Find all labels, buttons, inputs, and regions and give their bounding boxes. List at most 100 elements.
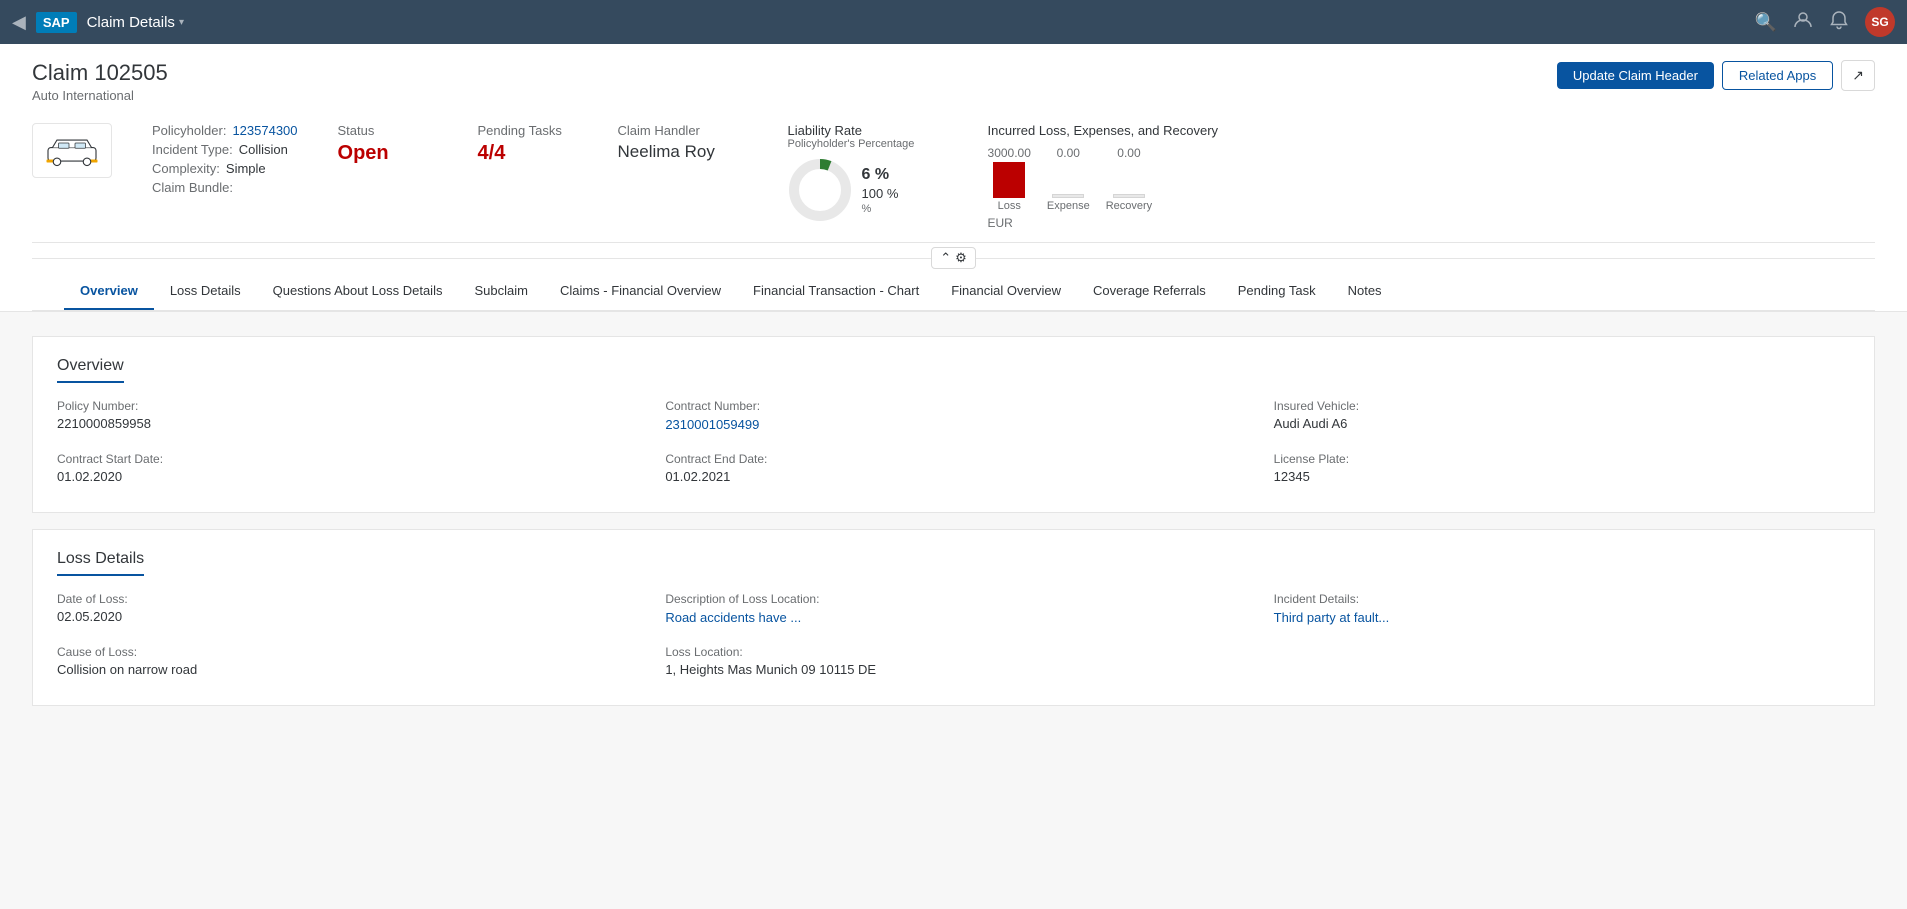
overview-fields-grid: Policy Number: 2210000859958 Contract Numb… [57,399,1850,484]
field-value[interactable]: Road accidents have ... [665,610,801,625]
title-chevron-icon: ▾ [179,17,184,28]
claim-title: Claim 102505 [32,60,168,86]
field-value[interactable]: 2310001059499 [665,417,759,432]
status-block: Status Open [338,123,438,165]
status-value: Open [338,142,438,165]
sap-logo[interactable]: SAP [36,12,77,33]
incident-value: Collision [239,142,288,157]
field-value: 02.05.2020 [57,609,633,624]
policyholder-value[interactable]: 123574300 [232,123,297,138]
field-value: 2210000859958 [57,416,633,431]
field-label: Loss Location: [665,645,1241,659]
field-value: 01.02.2020 [57,469,633,484]
update-claim-header-button[interactable]: Update Claim Header [1557,62,1714,89]
main-content: Overview Policy Number:2210000859958Cont… [0,312,1907,746]
external-link-button[interactable]: ↗ [1841,60,1875,91]
loss-value: 3000.00 [988,146,1031,160]
top-navigation: ◀ SAP Claim Details ▾ 🔍 SG [0,0,1907,44]
recovery-bar [1113,194,1145,198]
status-label: Status [338,123,438,138]
liability-total: 100 % [862,186,899,201]
field-block: Policy Number: 2210000859958 [57,399,633,432]
incurred-bars: 3000.00 Loss 0.00 Expense 0.00 Recovery [988,146,1219,212]
field-value[interactable]: Third party at fault... [1274,610,1390,625]
collapse-line-left [32,258,931,259]
settings-icon: ⚙ [955,250,967,266]
tab-loss-details[interactable]: Loss Details [154,273,257,310]
field-label: Contract Start Date: [57,452,633,466]
notifications-icon[interactable] [1829,10,1849,35]
loss-details-section: Loss Details Date of Loss:02.05.2020Desc… [32,529,1875,706]
header-actions: Update Claim Header Related Apps ↗ [1557,60,1875,91]
collapse-line-right [976,258,1875,259]
overview-section: Overview Policy Number:2210000859958Cont… [32,336,1875,513]
field-block: Date of Loss: 02.05.2020 [57,592,633,625]
tab-questions[interactable]: Questions About Loss Details [257,273,459,310]
tab-pending-task[interactable]: Pending Task [1222,273,1332,310]
field-label: Policy Number: [57,399,633,413]
tab-overview[interactable]: Overview [64,273,154,310]
incident-label: Incident Type: [152,142,233,157]
liability-subtitle: Policyholder's Percentage [788,138,948,150]
policyholder-label: Policyholder: [152,123,226,138]
field-block: Cause of Loss:Collision on narrow road [57,645,633,677]
tab-claims-financial[interactable]: Claims - Financial Overview [544,273,737,310]
donut-labels: 6 % 100 % % [862,166,899,215]
field-block: Loss Location: 1, Heights Mas Munich 09 1… [665,645,1241,677]
tab-notes[interactable]: Notes [1332,273,1398,310]
user-settings-icon[interactable] [1793,10,1813,35]
collapse-button[interactable]: ⌃ ⚙ [931,247,976,269]
field-label: License Plate: [1274,452,1850,466]
field-label: Contract Number: [665,399,1241,413]
claim-info-bar: Policyholder: 123574300 Incident Type: C… [32,107,1875,242]
recovery-bar-col: 0.00 Recovery [1106,146,1152,212]
collapse-up-icon: ⌃ [940,250,951,266]
liability-unit: % [862,203,899,215]
search-icon[interactable]: 🔍 [1755,12,1777,33]
field-label: Description of Loss Location: [665,592,1241,606]
field-value: 01.02.2021 [665,469,1241,484]
expense-label: Expense [1047,200,1090,212]
recovery-label: Recovery [1106,200,1152,212]
loss-label: Loss [998,200,1021,212]
incurred-block: Incurred Loss, Expenses, and Recovery 30… [988,123,1219,230]
loss-bar [993,162,1025,198]
field-value: 12345 [1274,469,1850,484]
tab-financial-overview[interactable]: Financial Overview [935,273,1077,310]
related-apps-button[interactable]: Related Apps [1722,61,1833,90]
tab-coverage-referrals[interactable]: Coverage Referrals [1077,273,1222,310]
field-label: Insured Vehicle: [1274,399,1850,413]
topnav-actions: 🔍 SG [1755,7,1895,37]
field-label: Date of Loss: [57,592,633,606]
pending-tasks-label: Pending Tasks [478,123,578,138]
field-block: Description of Loss Location: Road accide… [665,592,1241,625]
app-title: Claim Details ▾ [87,14,184,31]
avatar[interactable]: SG [1865,7,1895,37]
field-label: Cause of Loss: [57,645,633,659]
incurred-title: Incurred Loss, Expenses, and Recovery [988,123,1219,138]
field-label: Contract End Date: [665,452,1241,466]
field-block: License Plate: 12345 [1274,452,1850,484]
pending-tasks-value: 4/4 [478,142,578,165]
recovery-value: 0.00 [1117,146,1140,160]
field-value: 1, Heights Mas Munich 09 10115 DE [665,662,1241,677]
expense-value: 0.00 [1057,146,1080,160]
liability-percentage: 6 % [862,166,899,184]
tabs-bar: OverviewLoss DetailsQuestions About Loss… [32,273,1875,311]
field-block: Contract Number: 2310001059499 [665,399,1241,432]
liability-block: Liability Rate Policyholder's Percentage… [788,123,948,222]
handler-label: Claim Handler [618,123,748,138]
complexity-value: Simple [226,161,266,176]
donut-chart [788,158,852,222]
field-block: Incident Details:Third party at fault... [1274,592,1850,625]
bundle-label: Claim Bundle: [152,180,233,195]
back-button[interactable]: ◀ [12,12,26,33]
tab-subclaim[interactable]: Subclaim [458,273,543,310]
tab-financial-transaction-chart[interactable]: Financial Transaction - Chart [737,273,935,310]
incurred-currency: EUR [988,216,1219,230]
complexity-label: Complexity: [152,161,220,176]
donut-chart-wrapper: 6 % 100 % % [788,158,948,222]
expense-bar [1052,194,1084,198]
handler-value: Neelima Roy [618,142,748,162]
loss-bar-col: 3000.00 Loss [988,146,1031,212]
